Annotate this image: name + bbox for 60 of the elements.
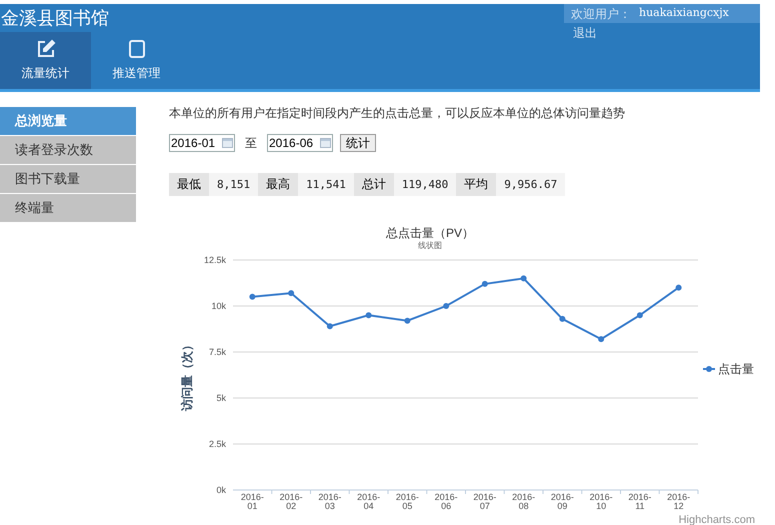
stat-label: 平均 [456,173,496,196]
data-point [443,303,450,309]
data-point [326,323,333,330]
welcome-label: 欢迎用户： [571,6,631,22]
data-point [598,336,604,342]
x-tick-label: 2016-07 [473,492,496,511]
sidebar-item[interactable]: 读者登录次数 [0,136,136,164]
y-tick-label: 2.5k [208,439,226,449]
sidebar-item[interactable]: 终端量 [0,194,136,222]
x-tick-label: 2016-08 [512,492,536,511]
stat-value: 119,480 [394,173,456,196]
description-text: 本单位的所有用户在指定时间段内产生的点击总量，可以反应本单位的总体访问量趋势 [169,105,625,122]
y-axis-title: 访问量（次） [180,339,194,411]
data-point [520,275,527,282]
end-date-field[interactable]: 2016-06 [267,134,333,152]
stat-label: 最高 [258,173,298,196]
square-icon [126,39,146,59]
range-separator: 至 [245,135,257,152]
chart-subtitle: 线状图 [418,241,442,250]
data-point [559,316,566,322]
stat-value: 11,541 [298,173,354,196]
data-point [676,284,682,291]
x-tick-label: 2016-09 [550,492,574,511]
calendar-icon [320,138,331,148]
legend-marker-icon [703,366,715,372]
y-tick-label: 0k [216,485,226,495]
x-tick-label: 2016-05 [396,492,419,511]
y-tick-label: 10k [211,301,226,311]
x-tick-label: 2016-11 [628,492,652,511]
sidebar-item[interactable]: 图书下载量 [0,165,136,193]
stat-label: 总计 [354,173,394,196]
y-tick-label: 5k [216,393,226,403]
data-point [404,318,410,324]
data-point [288,290,294,296]
edit-icon [36,39,56,59]
data-point [366,312,372,318]
y-tick-label: 7.5k [208,347,226,357]
username: huakaixiangcxjx [639,5,729,22]
x-tick-label: 2016-02 [280,492,303,511]
stat-value: 8,151 [209,173,258,196]
nav-tab[interactable]: 流量统计 [0,32,91,89]
x-tick-label: 2016-12 [667,492,690,511]
x-tick-label: 2016-03 [318,492,342,511]
x-tick-label: 2016-04 [357,492,380,511]
stat-value: 9,956.67 [496,173,566,196]
legend-item[interactable]: 点击量 [718,362,754,376]
x-tick-label: 2016-01 [240,492,264,511]
chart-title: 总点击量（PV） [386,226,474,240]
calendar-icon [222,138,233,148]
x-tick-label: 2016-06 [434,492,458,511]
data-point [636,312,643,318]
data-point [249,294,256,300]
start-date-field[interactable]: 2016-01 [169,134,235,152]
x-tick-label: 2016-10 [590,492,613,511]
y-tick-label: 12.5k [204,255,226,265]
stat-label: 最低 [169,173,209,196]
data-point [482,280,488,287]
statistics-button[interactable]: 统计 [340,134,376,152]
nav-tab[interactable]: 推送管理 [91,32,182,89]
site-title: 金溪县图书馆 [0,9,109,27]
